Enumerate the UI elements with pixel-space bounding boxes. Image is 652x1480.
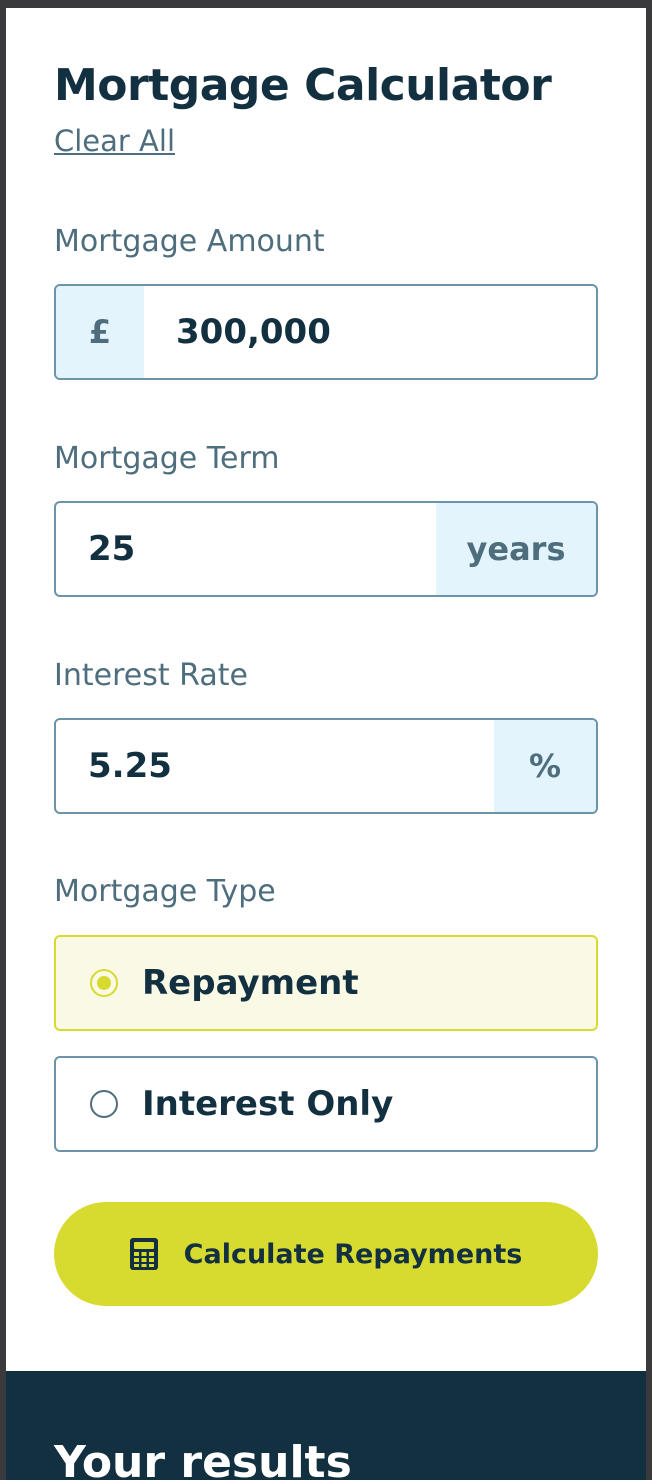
- results-panel: Your results: [6, 1371, 646, 1480]
- term-suffix: years: [436, 503, 596, 595]
- mortgage-amount-input[interactable]: 300,000: [144, 286, 596, 378]
- interest-rate-field[interactable]: 5.25 %: [54, 718, 598, 814]
- radio-selected-icon[interactable]: [90, 969, 118, 997]
- currency-prefix: £: [56, 286, 144, 378]
- mortgage-amount-label: Mortgage Amount: [54, 224, 325, 259]
- radio-option-label: Repayment: [142, 963, 359, 1003]
- percent-suffix: %: [494, 720, 596, 812]
- page-title: Mortgage Calculator: [54, 60, 552, 111]
- mortgage-amount-field[interactable]: £ 300,000: [54, 284, 598, 380]
- calculate-repayments-button[interactable]: Calculate Repayments: [54, 1202, 598, 1306]
- interest-rate-input[interactable]: 5.25: [56, 720, 494, 812]
- mortgage-term-label: Mortgage Term: [54, 441, 280, 476]
- results-title: Your results: [54, 1437, 352, 1480]
- mortgage-term-field[interactable]: 25 years: [54, 501, 598, 597]
- calculator-icon: [129, 1238, 158, 1270]
- radio-option-interest-only[interactable]: Interest Only: [54, 1056, 598, 1152]
- mortgage-type-label: Mortgage Type: [54, 874, 276, 909]
- clear-all-link[interactable]: Clear All: [54, 124, 175, 158]
- radio-unselected-icon[interactable]: [90, 1090, 118, 1118]
- radio-dot-icon: [97, 976, 111, 990]
- calculate-button-label: Calculate Repayments: [183, 1238, 523, 1270]
- mortgage-term-input[interactable]: 25: [56, 503, 436, 595]
- calculator-card: Mortgage Calculator Clear All Mortgage A…: [6, 8, 646, 1480]
- radio-option-repayment[interactable]: Repayment: [54, 935, 598, 1031]
- radio-option-label: Interest Only: [142, 1084, 394, 1124]
- interest-rate-label: Interest Rate: [54, 658, 248, 693]
